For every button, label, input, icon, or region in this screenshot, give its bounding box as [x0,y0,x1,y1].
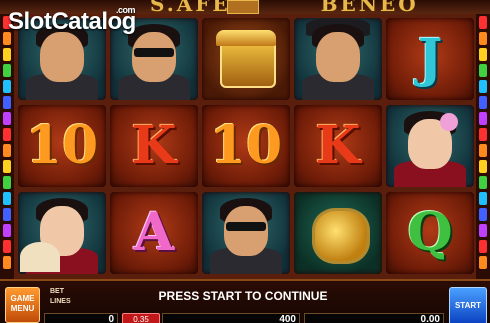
lines-value: 0 [44,313,118,323]
total-bet-value: 400 [162,313,300,323]
side-light [479,64,487,77]
symbol-glyph: Q [407,202,453,263]
shades-part [134,48,174,57]
side-light [479,192,487,205]
chest-lid-part [216,30,276,46]
side-light [479,160,487,173]
title-emblem-icon [227,0,259,14]
lines-label: LINES [50,298,71,305]
watermark-suffix: .com [116,5,136,15]
reel-symbol-geisha-flower-portrait [386,105,474,187]
side-light [3,112,11,125]
flower-part [440,113,458,131]
status-message: PRESS START TO CONTINUE [158,289,328,303]
face-part [316,32,360,82]
reel-symbol-gunman-shades-portrait [202,192,290,274]
face-part [40,32,84,82]
side-light [3,192,11,205]
reel-symbol-treasure-chest [202,18,290,100]
face-part [224,206,268,256]
side-light [3,80,11,93]
side-light [479,256,487,269]
game-menu-label-1: GAME [10,294,35,303]
bet-label: BET [50,288,64,295]
reel-grid: 10 K A 10 K J Q [14,14,476,279]
start-button[interactable]: START [449,287,487,323]
reel-symbol-10: 10 [18,105,106,187]
symbol-glyph: K [131,115,177,176]
fist-shape-part [312,208,370,264]
reel-symbol-a: A [110,192,198,274]
side-light [3,48,11,61]
reel-symbol-k: K [110,105,198,187]
reel-symbol-geisha-fan-portrait [18,192,106,274]
side-light [479,32,487,45]
side-light [479,240,487,253]
reel-symbol-j: J [386,18,474,100]
symbol-glyph: A [133,202,175,263]
side-light [3,256,11,269]
control-panel: GAME MENU BET LINES PRESS START TO CONTI… [0,279,490,323]
side-light [3,176,11,189]
game-screen: S.AFE BENEO 10 K A 10 K J Q SlotCatalog .com G… [0,0,490,323]
win-value: 0.00 [304,313,444,323]
side-light [3,224,11,237]
side-light [479,112,487,125]
side-light [3,64,11,77]
side-light [479,224,487,237]
reel-symbol-gangster-fedora-portrait [294,18,382,100]
side-light [479,80,487,93]
game-menu-button[interactable]: GAME MENU [5,287,40,323]
right-light-strip [476,14,490,279]
side-light [479,16,487,29]
side-light [3,160,11,173]
reel-symbol-fist [294,192,382,274]
side-light [479,128,487,141]
game-menu-label-2: MENU [10,304,35,313]
left-light-strip [0,14,14,279]
side-light [479,176,487,189]
reel-symbol-q: Q [386,192,474,274]
face-part [132,32,176,82]
symbol-glyph: 10 [25,115,99,176]
side-light [479,96,487,109]
symbol-glyph: K [315,115,361,176]
side-light [3,96,11,109]
side-light [3,144,11,157]
watermark: SlotCatalog .com [8,5,136,36]
symbol-glyph: 10 [209,115,283,176]
game-title: S.AFE BENEO [150,0,416,16]
side-light [3,128,11,141]
side-light [479,144,487,157]
side-light [479,208,487,221]
side-light [3,240,11,253]
symbol-glyph: J [417,28,443,89]
side-light [479,48,487,61]
reel-symbol-10: 10 [202,105,290,187]
reel-symbol-k: K [294,105,382,187]
shades-part [226,222,266,231]
bet-value-button[interactable]: 0.35 [122,313,160,323]
side-light [3,208,11,221]
chest-box-part [220,40,276,88]
fan-part [20,242,60,272]
